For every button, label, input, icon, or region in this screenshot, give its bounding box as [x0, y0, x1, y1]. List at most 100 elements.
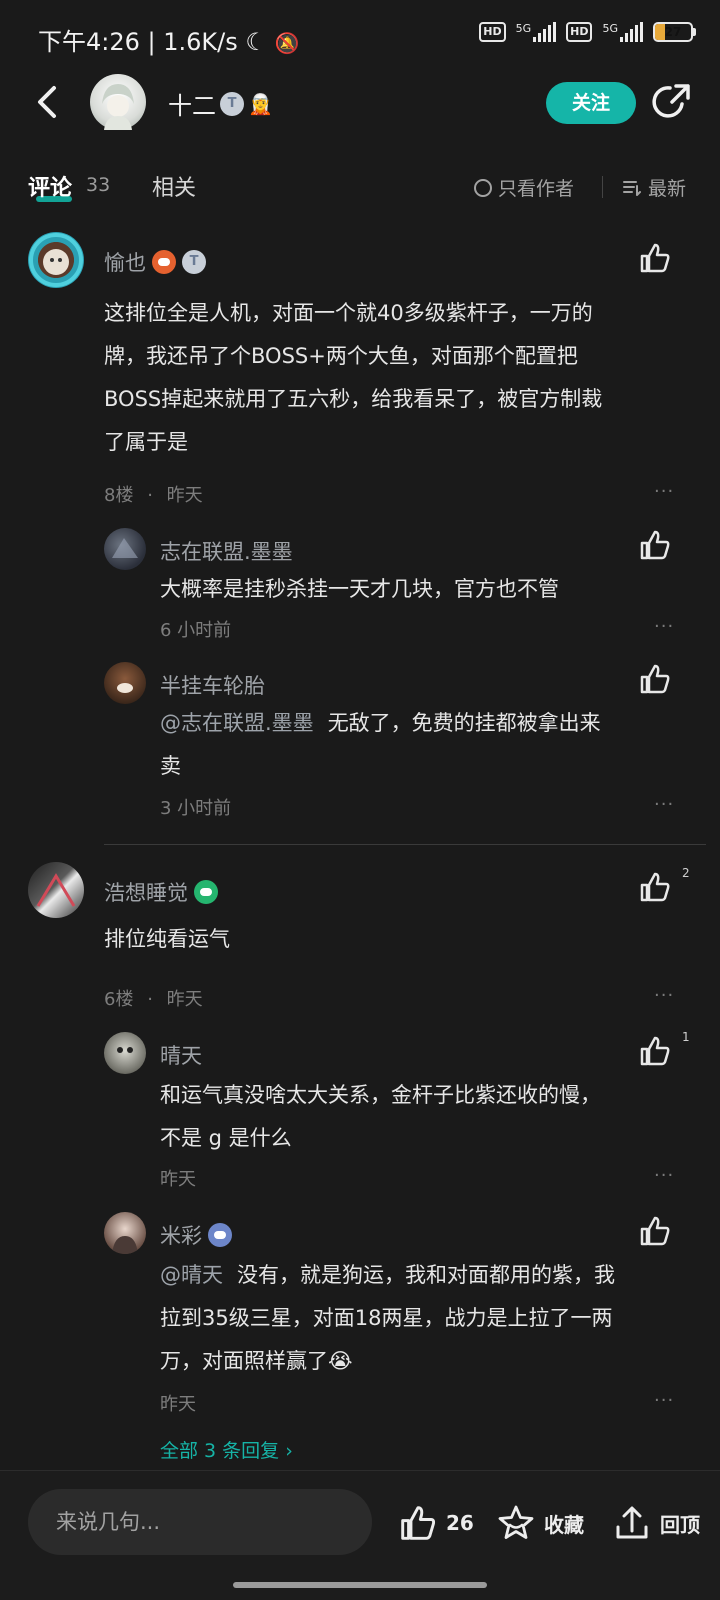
avatar-figure: [112, 538, 138, 558]
sort-newest-button[interactable]: 最新: [622, 174, 686, 201]
moon-icon: ☾: [245, 28, 267, 56]
avatar-frame-icon: [29, 233, 83, 287]
like-count: 2: [682, 866, 690, 880]
view-all-replies-link[interactable]: 全部 3 条回复 ›: [160, 1436, 293, 1463]
only-author-label: 只看作者: [498, 178, 575, 200]
reply-username[interactable]: 米彩: [160, 1220, 202, 1250]
avatar-figure: [112, 1236, 138, 1254]
mention-link[interactable]: @晴天: [160, 1263, 223, 1287]
level-t-badge-icon: T: [220, 91, 244, 116]
more-options-button[interactable]: ···: [654, 1390, 674, 1411]
reply-text: 和运气真没啥太大关系，金杆子比紫还收的慢， 不是 g 是什么: [160, 1074, 680, 1160]
reply-username[interactable]: 晴天: [160, 1040, 202, 1070]
thumbs-up-icon: [640, 664, 670, 694]
avatar-figure: [102, 84, 134, 130]
author-name: 十二: [168, 92, 216, 120]
comment-avatar[interactable]: [28, 232, 84, 288]
comment-text-line: 了属于是: [104, 430, 188, 454]
status-separator: |: [147, 28, 164, 56]
reply-time: 昨天: [160, 1169, 196, 1190]
hd-badge-2: HD: [566, 22, 593, 42]
reply-username[interactable]: 半挂车轮胎: [160, 670, 265, 700]
reply-text: @志在联盟.墨墨 无敌了，免费的挂都被拿出来 卖: [160, 702, 680, 788]
author-name-row[interactable]: 十二 T 🧝: [168, 86, 273, 121]
reply-avatar[interactable]: [104, 662, 146, 704]
tab-divider: [602, 176, 603, 198]
more-options-button[interactable]: ···: [654, 481, 674, 502]
comment-text-line: BOSS掉起来就用了五六秒，给我看呆了，被官方制裁: [104, 387, 603, 411]
comment-username[interactable]: 愉也: [104, 247, 146, 277]
battery-icon: 27: [653, 22, 696, 42]
battery-level: 27: [664, 25, 682, 39]
comments-count: 33: [86, 174, 111, 196]
like-button[interactable]: [638, 241, 672, 275]
more-options-button[interactable]: ···: [654, 1165, 674, 1186]
reply-avatar[interactable]: [104, 1212, 146, 1254]
comment-text: 这排位全是人机，对面一个就40多级紫杆子，一万的 牌，我还吊了个BOSS+两个大…: [104, 292, 684, 464]
home-indicator[interactable]: [233, 1582, 487, 1588]
like-button[interactable]: [638, 528, 672, 562]
thumbs-up-icon: [640, 1036, 670, 1066]
collect-button[interactable]: 收藏: [496, 1503, 584, 1543]
thumbs-up-icon: [640, 872, 670, 902]
mute-bell-icon: 🔕: [274, 31, 300, 55]
comment-input[interactable]: 来说几句...: [28, 1489, 372, 1555]
reply-avatar[interactable]: [104, 528, 146, 570]
sort-list-icon: [623, 180, 641, 196]
back-button[interactable]: [28, 82, 68, 122]
reply-time: 3 小时前: [160, 798, 232, 819]
only-author-toggle[interactable]: 只看作者: [474, 174, 574, 201]
upload-arrow-icon: [616, 1506, 648, 1539]
share-button[interactable]: [652, 82, 692, 122]
tab-related[interactable]: 相关: [152, 170, 196, 202]
like-button[interactable]: [638, 870, 672, 904]
reply-text-line: 大概率是挂秒杀挂一天才几块，官方也不管: [160, 577, 559, 601]
hd-badge: HD: [479, 22, 506, 42]
comment-avatar[interactable]: [28, 862, 84, 918]
like-button[interactable]: [638, 662, 672, 696]
reply-username[interactable]: 志在联盟.墨墨: [160, 536, 293, 566]
game-badge-icon: [208, 1223, 232, 1247]
comment-username[interactable]: 浩想睡觉: [104, 877, 188, 907]
reply-text-line: @晴天 没有，就是狗运，我和对面都用的紫，我: [160, 1263, 615, 1287]
thumbs-up-icon: [640, 243, 670, 273]
comment-text: 排位纯看运气: [104, 918, 230, 961]
avatar-figure: [36, 873, 76, 907]
reply-text: @晴天 没有，就是狗运，我和对面都用的紫，我 拉到35级三星，对面18两星，战力是…: [160, 1254, 690, 1383]
comment-divider: [104, 844, 706, 845]
tab-comments[interactable]: 评论: [28, 170, 72, 202]
top-label: 回顶: [660, 1512, 700, 1537]
reply-user-row: 米彩: [160, 1220, 232, 1250]
reply-text-line: 卖: [160, 754, 181, 778]
more-options-button[interactable]: ···: [654, 616, 674, 637]
avatar-figure: [117, 1047, 133, 1053]
comment-text-line: 排位纯看运气: [104, 927, 230, 951]
reply-text-line: @志在联盟.墨墨 无敌了，免费的挂都被拿出来: [160, 711, 601, 735]
like-post-button[interactable]: 26: [398, 1503, 474, 1543]
author-avatar[interactable]: [90, 74, 146, 130]
status-bar: 下午4:26 | 1.6K/s ☾ 🔕 HD 5G HD 5G 27: [0, 0, 720, 72]
avatar-figure: [117, 683, 133, 693]
like-button[interactable]: [638, 1034, 672, 1068]
comment-text-line: 牌，我还吊了个BOSS+两个大鱼，对面那个配置把: [104, 344, 578, 368]
network-type: 5G: [515, 22, 532, 35]
signal-icon: [533, 22, 557, 42]
thumbs-up-icon: [640, 530, 670, 560]
more-options-button[interactable]: ···: [654, 794, 674, 815]
back-to-top-button[interactable]: 回顶: [612, 1503, 700, 1543]
star-icon: [498, 1505, 534, 1539]
reply-text: 大概率是挂秒杀挂一天才几块，官方也不管: [160, 568, 559, 611]
mention-link[interactable]: @志在联盟.墨墨: [160, 711, 314, 735]
comment-meta: 6楼 · 昨天: [104, 989, 203, 1010]
follow-button[interactable]: 关注: [546, 82, 636, 124]
collect-label: 收藏: [544, 1512, 584, 1537]
comment-user-row: 浩想睡觉: [104, 877, 218, 907]
status-right: HD 5G HD 5G 27: [479, 22, 696, 42]
thumbs-up-icon: [401, 1506, 436, 1540]
like-button[interactable]: [638, 1214, 672, 1248]
more-options-button[interactable]: ···: [654, 985, 674, 1006]
back-arrow-icon: [38, 86, 56, 118]
comment-user-row: 愉也 T: [104, 247, 206, 277]
reply-avatar[interactable]: [104, 1032, 146, 1074]
comment-time: 昨天: [166, 485, 203, 506]
